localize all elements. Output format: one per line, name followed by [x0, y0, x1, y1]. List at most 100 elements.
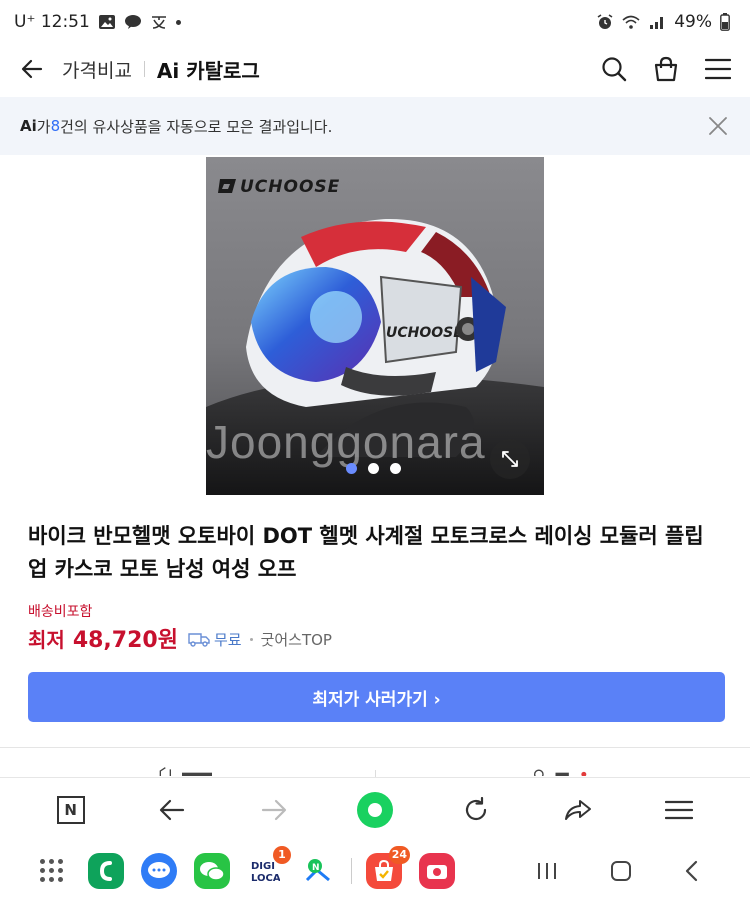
status-left: U⁺ 12:51 — [14, 12, 181, 32]
hamburger-menu-icon — [705, 58, 731, 80]
carousel-dot[interactable] — [390, 463, 401, 474]
lowest-price-prefix: 최저 — [28, 628, 65, 652]
truck-icon — [188, 633, 210, 647]
similar-count: 8 — [50, 117, 61, 135]
naver-map-app-icon[interactable]: N — [300, 852, 336, 889]
search-icon — [602, 57, 627, 82]
watermark-text: Joonggonara — [206, 416, 486, 468]
status-bar: U⁺ 12:51 49% — [0, 0, 750, 44]
share-tab-peek[interactable] — [152, 766, 232, 776]
shopping-bag-icon — [654, 56, 678, 82]
notification-badge: 24 — [388, 845, 410, 864]
shopping-app-icon[interactable]: 24 — [366, 845, 410, 889]
svg-text:UCHOOSE: UCHOOSE — [386, 325, 463, 341]
refresh-button[interactable] — [454, 788, 498, 832]
notice-text-after: 건의 유사상품을 자동으로 모은 결과입니다. — [60, 117, 333, 136]
browser-toolbar: N — [0, 777, 750, 841]
page-title: Ai 카탈로그 — [156, 58, 260, 83]
carousel-dot[interactable] — [368, 463, 379, 474]
browser-back-button[interactable] — [150, 788, 194, 832]
notification-badge: 1 — [273, 845, 291, 864]
share-button[interactable] — [556, 788, 600, 832]
ai-notice-banner: Ai 가 8 건의 유사상품을 자동으로 모은 결과입니다. — [0, 97, 750, 155]
expand-image-button[interactable] — [490, 439, 530, 479]
chat-bubble-icon — [148, 861, 170, 878]
breadcrumb-price-compare[interactable]: 가격비교 — [62, 56, 132, 83]
wishlist-tab-peek[interactable] — [528, 766, 598, 776]
wechat-app-icon[interactable] — [194, 852, 230, 889]
system-back-icon[interactable] — [684, 860, 700, 882]
arrow-left-icon — [160, 799, 185, 820]
home-icon[interactable] — [610, 860, 632, 882]
close-icon — [709, 117, 727, 135]
wifi-icon — [622, 15, 640, 29]
back-button[interactable] — [18, 55, 46, 83]
green-dot-icon — [356, 791, 393, 828]
product-image-carousel[interactable]: UCHOOSE UCHOOSE Joonggonara — [206, 157, 544, 495]
shipping-info: 무료 굿어스TOP — [188, 629, 332, 650]
signal-icon — [650, 17, 664, 29]
svg-text:DIGI: DIGI — [251, 861, 275, 872]
close-notice-button[interactable] — [706, 114, 730, 138]
camera-icon — [427, 864, 447, 879]
menu-button[interactable] — [704, 55, 732, 83]
shopping-bag-check-icon — [375, 859, 393, 881]
app-header: 가격비교 Ai 카탈로그 — [0, 44, 750, 94]
camera-app-icon[interactable] — [419, 852, 455, 889]
naver-n-icon: N — [56, 795, 85, 824]
info-separator — [249, 637, 253, 641]
cart-button[interactable] — [652, 55, 680, 83]
refresh-icon — [466, 796, 487, 820]
arrow-right-icon — [261, 799, 286, 820]
dock-separator — [351, 857, 352, 884]
alarm-icon — [597, 14, 613, 29]
gallery-icon — [98, 15, 115, 29]
browser-menu-button[interactable] — [657, 788, 701, 832]
messages-app-icon[interactable] — [141, 852, 177, 889]
shipping-included-label: 배송비포함 — [28, 604, 93, 620]
search-button[interactable] — [600, 55, 628, 83]
svg-text:N: N — [312, 863, 320, 873]
arrow-left-icon — [21, 59, 43, 79]
expand-icon — [502, 451, 518, 467]
carrier-time: U⁺ 12:51 — [14, 12, 90, 32]
naver-home-button[interactable]: N — [49, 788, 93, 832]
system-dock: DIGI LOCA 1 N 24 — [0, 841, 750, 900]
section-divider — [0, 747, 750, 748]
share-arrow-icon — [564, 799, 591, 820]
hamburger-menu-icon — [665, 800, 694, 819]
map-pin-icon: N — [305, 858, 330, 881]
translate-icon — [151, 16, 166, 29]
status-right: 49% — [596, 12, 730, 32]
breadcrumb-separator — [143, 61, 145, 77]
green-dot-button[interactable] — [353, 788, 397, 832]
buy-lowest-price-button[interactable]: 최저가 사러가기 › — [28, 672, 725, 722]
ai-label: Ai — [20, 117, 37, 135]
brand-logo: UCHOOSE — [218, 177, 340, 197]
product-title: 바이크 반모헬맷 오토바이 DOT 헬멧 사계절 모토크로스 레이싱 모듈러 플… — [28, 524, 704, 581]
wechat-bubbles-icon — [200, 861, 225, 881]
header-actions — [600, 55, 732, 83]
more-notifications-dot — [175, 19, 181, 25]
battery-icon — [720, 13, 730, 31]
price-row: 최저 48,720원 무료 굿어스TOP — [28, 622, 332, 654]
svg-text:LOCA: LOCA — [251, 873, 280, 884]
battery-percent: 49% — [674, 12, 712, 32]
tabs-peek — [0, 760, 750, 778]
notice-text-before: 가 — [36, 117, 51, 136]
phone-glyph-icon — [99, 860, 112, 881]
brand-logo-text: UCHOOSE — [240, 177, 341, 197]
system-nav-keys — [536, 860, 700, 882]
lowest-price: 48,720원 — [72, 628, 178, 653]
browser-forward-button[interactable] — [252, 788, 296, 832]
carousel-dot[interactable] — [346, 463, 357, 474]
app-drawer-button[interactable] — [40, 858, 64, 883]
carousel-dots — [346, 463, 401, 474]
recent-apps-icon[interactable] — [536, 861, 558, 881]
talk-icon — [124, 15, 141, 29]
phone-app-icon[interactable] — [88, 852, 124, 889]
seller-name[interactable]: 굿어스TOP — [261, 629, 332, 650]
uchoose-logo-mark — [218, 179, 236, 193]
free-shipping-text: 무료 — [213, 630, 242, 649]
digiloca-app-icon[interactable]: DIGI LOCA 1 — [247, 845, 291, 889]
